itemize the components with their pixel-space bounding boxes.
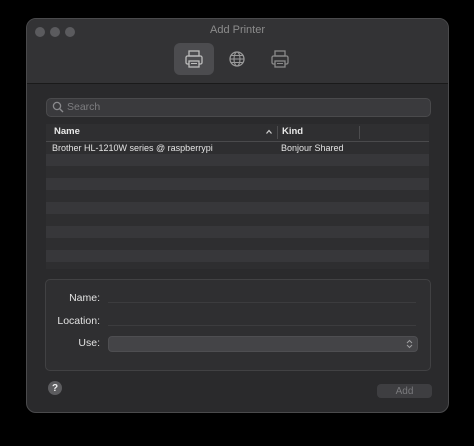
empty-row	[46, 166, 429, 178]
add-printer-window: Add Printer Search Name Kind Brother HL-…	[26, 18, 449, 413]
search-field[interactable]	[46, 98, 431, 117]
search-icon	[52, 101, 64, 113]
location-field[interactable]	[108, 325, 416, 326]
empty-row	[46, 190, 429, 202]
windows-printer-icon	[271, 50, 289, 68]
default-printer-tab[interactable]	[174, 43, 214, 75]
location-label: Location:	[57, 315, 100, 327]
use-driver-select[interactable]	[108, 336, 418, 352]
sort-ascending-icon[interactable]	[265, 128, 273, 136]
window-title: Add Printer	[209, 24, 266, 36]
titlebar: Add Printer	[27, 19, 448, 84]
column-header-name[interactable]: Name	[54, 126, 80, 137]
column-separator[interactable]	[359, 126, 360, 139]
name-label: Name:	[69, 292, 100, 304]
printer-default-icon	[185, 50, 203, 68]
empty-row	[46, 226, 429, 238]
printer-details-panel: Name: Location: Use:	[45, 279, 431, 371]
search-input[interactable]	[67, 100, 417, 114]
empty-row	[46, 238, 429, 250]
chevron-up-down-icon	[406, 339, 413, 349]
name-field[interactable]	[108, 302, 416, 303]
printer-kind-cell: Bonjour Shared	[281, 143, 344, 153]
ip-printer-tab[interactable]	[217, 43, 257, 75]
table-row[interactable]: Brother HL-1210W series @ raspberrypi Bo…	[46, 142, 429, 154]
use-label: Use:	[78, 337, 100, 349]
empty-row	[46, 202, 429, 214]
column-header-kind[interactable]: Kind	[282, 126, 303, 137]
empty-row	[46, 214, 429, 226]
empty-row	[46, 250, 429, 262]
add-button[interactable]: Add	[377, 384, 432, 398]
empty-row	[46, 178, 429, 190]
column-separator[interactable]	[277, 126, 278, 139]
table-header: Name Kind	[46, 124, 429, 142]
windows-printer-tab[interactable]	[260, 43, 300, 75]
empty-row	[46, 154, 429, 166]
help-button[interactable]: ?	[48, 381, 62, 395]
printer-list-table: Name Kind Brother HL-1210W series @ rasp…	[46, 124, 429, 269]
ip-globe-icon	[229, 51, 245, 67]
printer-name-cell: Brother HL-1210W series @ raspberrypi	[52, 143, 213, 153]
empty-row	[46, 262, 429, 269]
